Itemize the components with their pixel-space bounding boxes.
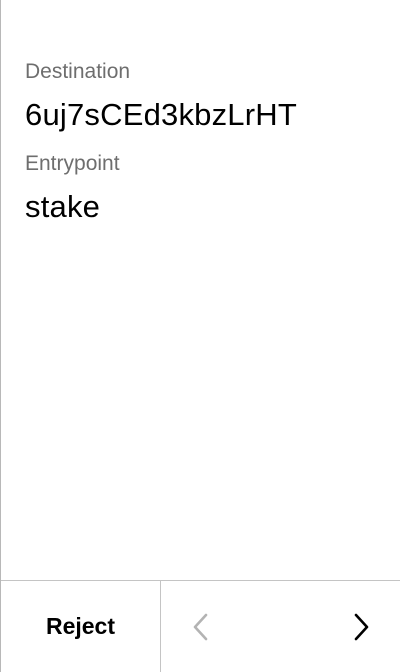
next-page-button[interactable] [321,581,400,672]
destination-label: Destination [25,60,131,83]
chevron-left-icon [191,612,211,642]
entrypoint-label: Entrypoint [25,152,120,175]
transaction-details: Destination 6uj7sCEd3kbzLrHT Entrypoint … [25,58,384,242]
transaction-review-screen: Destination 6uj7sCEd3kbzLrHT Entrypoint … [0,0,400,672]
destination-value: 6uj7sCEd3kbzLrHT [25,97,297,132]
entrypoint-value: stake [25,189,101,224]
reject-button[interactable]: Reject [1,581,161,672]
chevron-right-icon [351,612,371,642]
destination-field: Destination 6uj7sCEd3kbzLrHT [25,58,384,135]
action-footer: Reject [1,580,400,672]
entrypoint-field: Entrypoint stake [25,150,384,227]
previous-page-button[interactable] [161,581,241,672]
